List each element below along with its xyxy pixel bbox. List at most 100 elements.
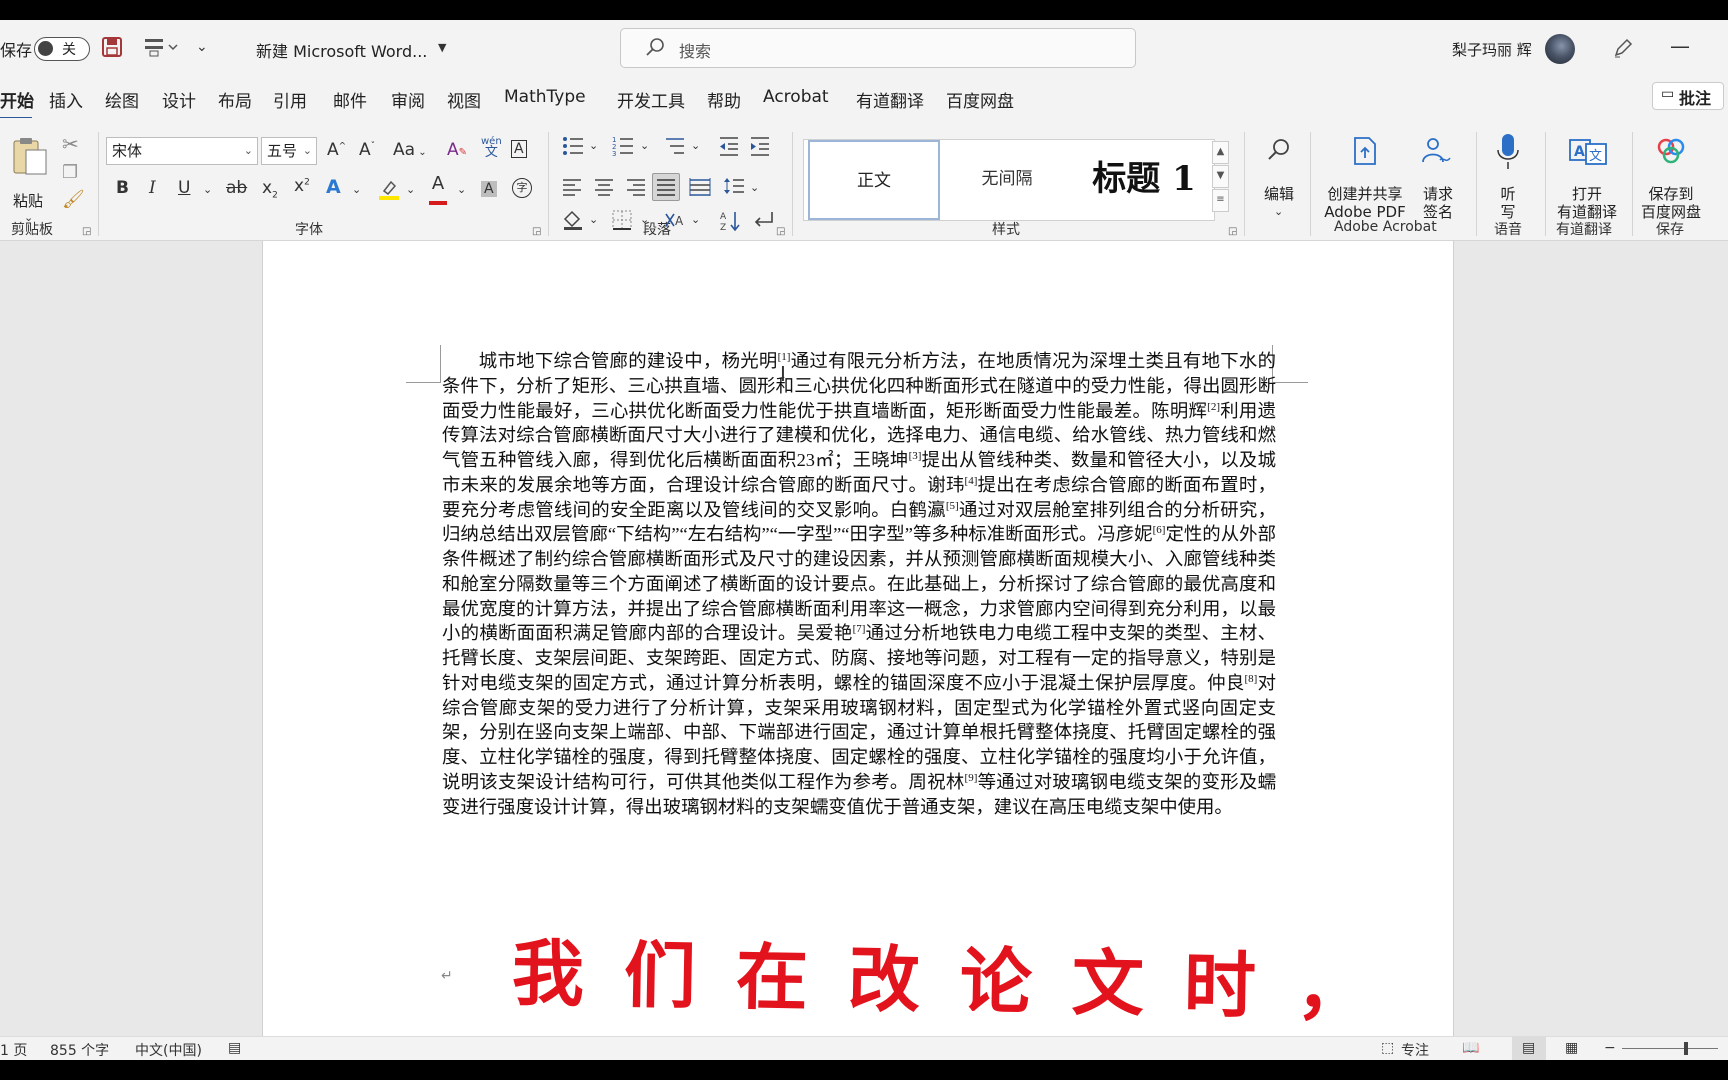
paste-icon[interactable] [12, 136, 50, 180]
youdao-label[interactable]: 打开 有道翻译 [1552, 185, 1622, 221]
justify-icon[interactable] [652, 173, 680, 201]
decrease-indent-icon[interactable] [718, 136, 740, 160]
styles-scroll-up-icon[interactable]: ▲ [1212, 141, 1229, 164]
grow-font-icon[interactable]: A^ [327, 142, 346, 159]
multilevel-list-icon[interactable] [664, 136, 686, 160]
zoom-out-icon[interactable]: − [1604, 1040, 1616, 1056]
tab-14[interactable]: 百度网盘 [946, 87, 1014, 112]
subscript-icon[interactable]: x2 [262, 179, 278, 200]
tab-10[interactable]: 开发工具 [617, 87, 685, 112]
read-mode-icon[interactable]: 📖 [1462, 1040, 1479, 1056]
editing-dropdown-icon[interactable]: ⌄ [1274, 206, 1283, 217]
numbering-icon[interactable]: 123 [612, 136, 634, 160]
focus-icon[interactable]: ⬚ [1381, 1040, 1394, 1056]
borders-icon[interactable] [612, 210, 632, 234]
font-color-dropdown-icon[interactable]: ⌄ [457, 184, 466, 195]
tab-5[interactable]: 引用 [273, 87, 307, 112]
tab-11[interactable]: 帮助 [707, 87, 741, 112]
request-signature-label[interactable]: 请求 签名 [1418, 185, 1458, 221]
chinese-layout-dropdown-icon[interactable]: ⌄ [691, 214, 700, 225]
editing-label[interactable]: 编辑 [1261, 185, 1297, 203]
tab-9[interactable]: MathType [504, 87, 586, 107]
chinese-layout-icon[interactable]: A [664, 210, 688, 234]
clipboard-launcher-icon[interactable]: ◲ [82, 226, 91, 237]
focus-label[interactable]: 专注 [1401, 1040, 1429, 1060]
tab-12[interactable]: Acrobat [763, 87, 829, 107]
tab-0[interactable]: 开始 [0, 87, 34, 120]
create-pdf-icon[interactable] [1352, 136, 1378, 170]
minimize-icon[interactable]: — [1670, 36, 1690, 56]
zoom-slider[interactable] [1622, 1048, 1718, 1049]
shading-bucket-icon[interactable] [562, 210, 584, 234]
title-dropdown-icon[interactable]: ▼ [438, 42, 446, 53]
bullets-icon[interactable] [562, 136, 584, 160]
comment-button[interactable]: ▭ 批注 [1652, 82, 1724, 110]
font-size-dropdown-icon[interactable]: ⌄ [303, 138, 312, 164]
find-icon[interactable] [1267, 138, 1291, 166]
font-name-combo[interactable]: 宋体 ⌄ [106, 137, 258, 165]
underline-dropdown-icon[interactable]: ⌄ [203, 184, 212, 195]
bullets-dropdown-icon[interactable]: ⌄ [589, 140, 598, 151]
tab-13[interactable]: 有道翻译 [856, 87, 924, 112]
styles-launcher-icon[interactable]: ◲ [1228, 226, 1237, 237]
enclose-characters-icon[interactable]: 字 [512, 178, 532, 198]
borders-dropdown-icon[interactable]: ⌄ [640, 214, 649, 225]
dictate-icon[interactable] [1495, 132, 1521, 176]
dictate-label[interactable]: 听写 [1490, 185, 1526, 221]
autosave-toggle[interactable]: 关 [34, 37, 90, 61]
align-right-icon[interactable] [626, 178, 646, 200]
layout-icon[interactable] [144, 37, 178, 61]
baidu-netdisk-icon[interactable] [1656, 138, 1686, 168]
clear-formatting-icon[interactable]: A✎ [447, 142, 467, 159]
multilevel-dropdown-icon[interactable]: ⌄ [691, 140, 700, 151]
tab-3[interactable]: 设计 [162, 87, 196, 112]
font-color-icon[interactable]: A [429, 175, 447, 208]
align-center-icon[interactable] [594, 178, 614, 200]
superscript-icon[interactable]: x2 [294, 178, 310, 195]
style-normal[interactable]: 正文 [808, 140, 940, 220]
user-name[interactable]: 梨子玛丽 辉 [1452, 39, 1532, 60]
paragraph-launcher-icon[interactable]: ◲ [776, 226, 785, 237]
accessibility-icon[interactable]: ▤ [228, 1040, 241, 1056]
italic-icon[interactable]: I [149, 180, 156, 197]
numbering-dropdown-icon[interactable]: ⌄ [640, 140, 649, 151]
web-layout-icon[interactable]: ▦ [1565, 1040, 1578, 1056]
style-heading-1[interactable]: 标题 1 [1074, 140, 1214, 220]
tab-4[interactable]: 布局 [218, 87, 252, 112]
tab-2[interactable]: 绘图 [105, 87, 139, 112]
increase-indent-icon[interactable] [749, 136, 771, 160]
character-border-icon[interactable]: A [511, 140, 527, 158]
request-signature-icon[interactable] [1420, 136, 1452, 170]
cut-icon[interactable]: ✂ [62, 134, 79, 154]
shrink-font-icon[interactable]: Aˇ [359, 142, 375, 159]
align-left-icon[interactable] [562, 178, 582, 200]
search-box[interactable]: 搜索 [620, 28, 1136, 68]
baidu-label[interactable]: 保存到 百度网盘 [1638, 185, 1704, 221]
distributed-icon[interactable] [689, 178, 711, 200]
strikethrough-icon[interactable]: ab [226, 180, 247, 197]
tab-8[interactable]: 视图 [447, 87, 481, 112]
shading-dropdown-icon[interactable]: ⌄ [589, 214, 598, 225]
bold-icon[interactable]: B [116, 180, 129, 197]
tab-7[interactable]: 审阅 [391, 87, 425, 112]
tab-1[interactable]: 插入 [49, 87, 83, 112]
document-title[interactable]: 新建 Microsoft Word... [256, 38, 427, 62]
pen-icon[interactable] [1612, 37, 1634, 63]
font-launcher-icon[interactable]: ◲ [532, 226, 541, 237]
print-layout-icon[interactable]: ▤ [1522, 1040, 1535, 1056]
style-no-spacing[interactable]: 无间隔 [940, 140, 1074, 220]
format-painter-icon[interactable]: 🖌 [62, 191, 85, 209]
youdao-translate-icon[interactable]: A文 [1568, 136, 1608, 172]
page-count[interactable]: 1 页 [0, 1040, 27, 1060]
phonetic-guide-icon[interactable]: wén 文 [481, 136, 502, 159]
language-status[interactable]: 中文(中国) [135, 1040, 202, 1060]
styles-scroll-down-icon[interactable]: ▼ [1212, 165, 1229, 188]
font-name-dropdown-icon[interactable]: ⌄ [244, 138, 253, 164]
document-body[interactable]: 城市地下综合管廊的建设中，杨光明[1]通过有限元分析方法，在地质情况为深埋土类且… [442, 349, 1276, 819]
font-size-combo[interactable]: 五号 ⌄ [261, 137, 317, 165]
user-avatar[interactable] [1545, 34, 1575, 64]
change-case-icon[interactable]: Aa ⌄ [393, 142, 427, 159]
copy-icon[interactable]: ❐ [62, 164, 78, 182]
tab-6[interactable]: 邮件 [333, 87, 367, 112]
line-spacing-dropdown-icon[interactable]: ⌄ [750, 182, 759, 193]
